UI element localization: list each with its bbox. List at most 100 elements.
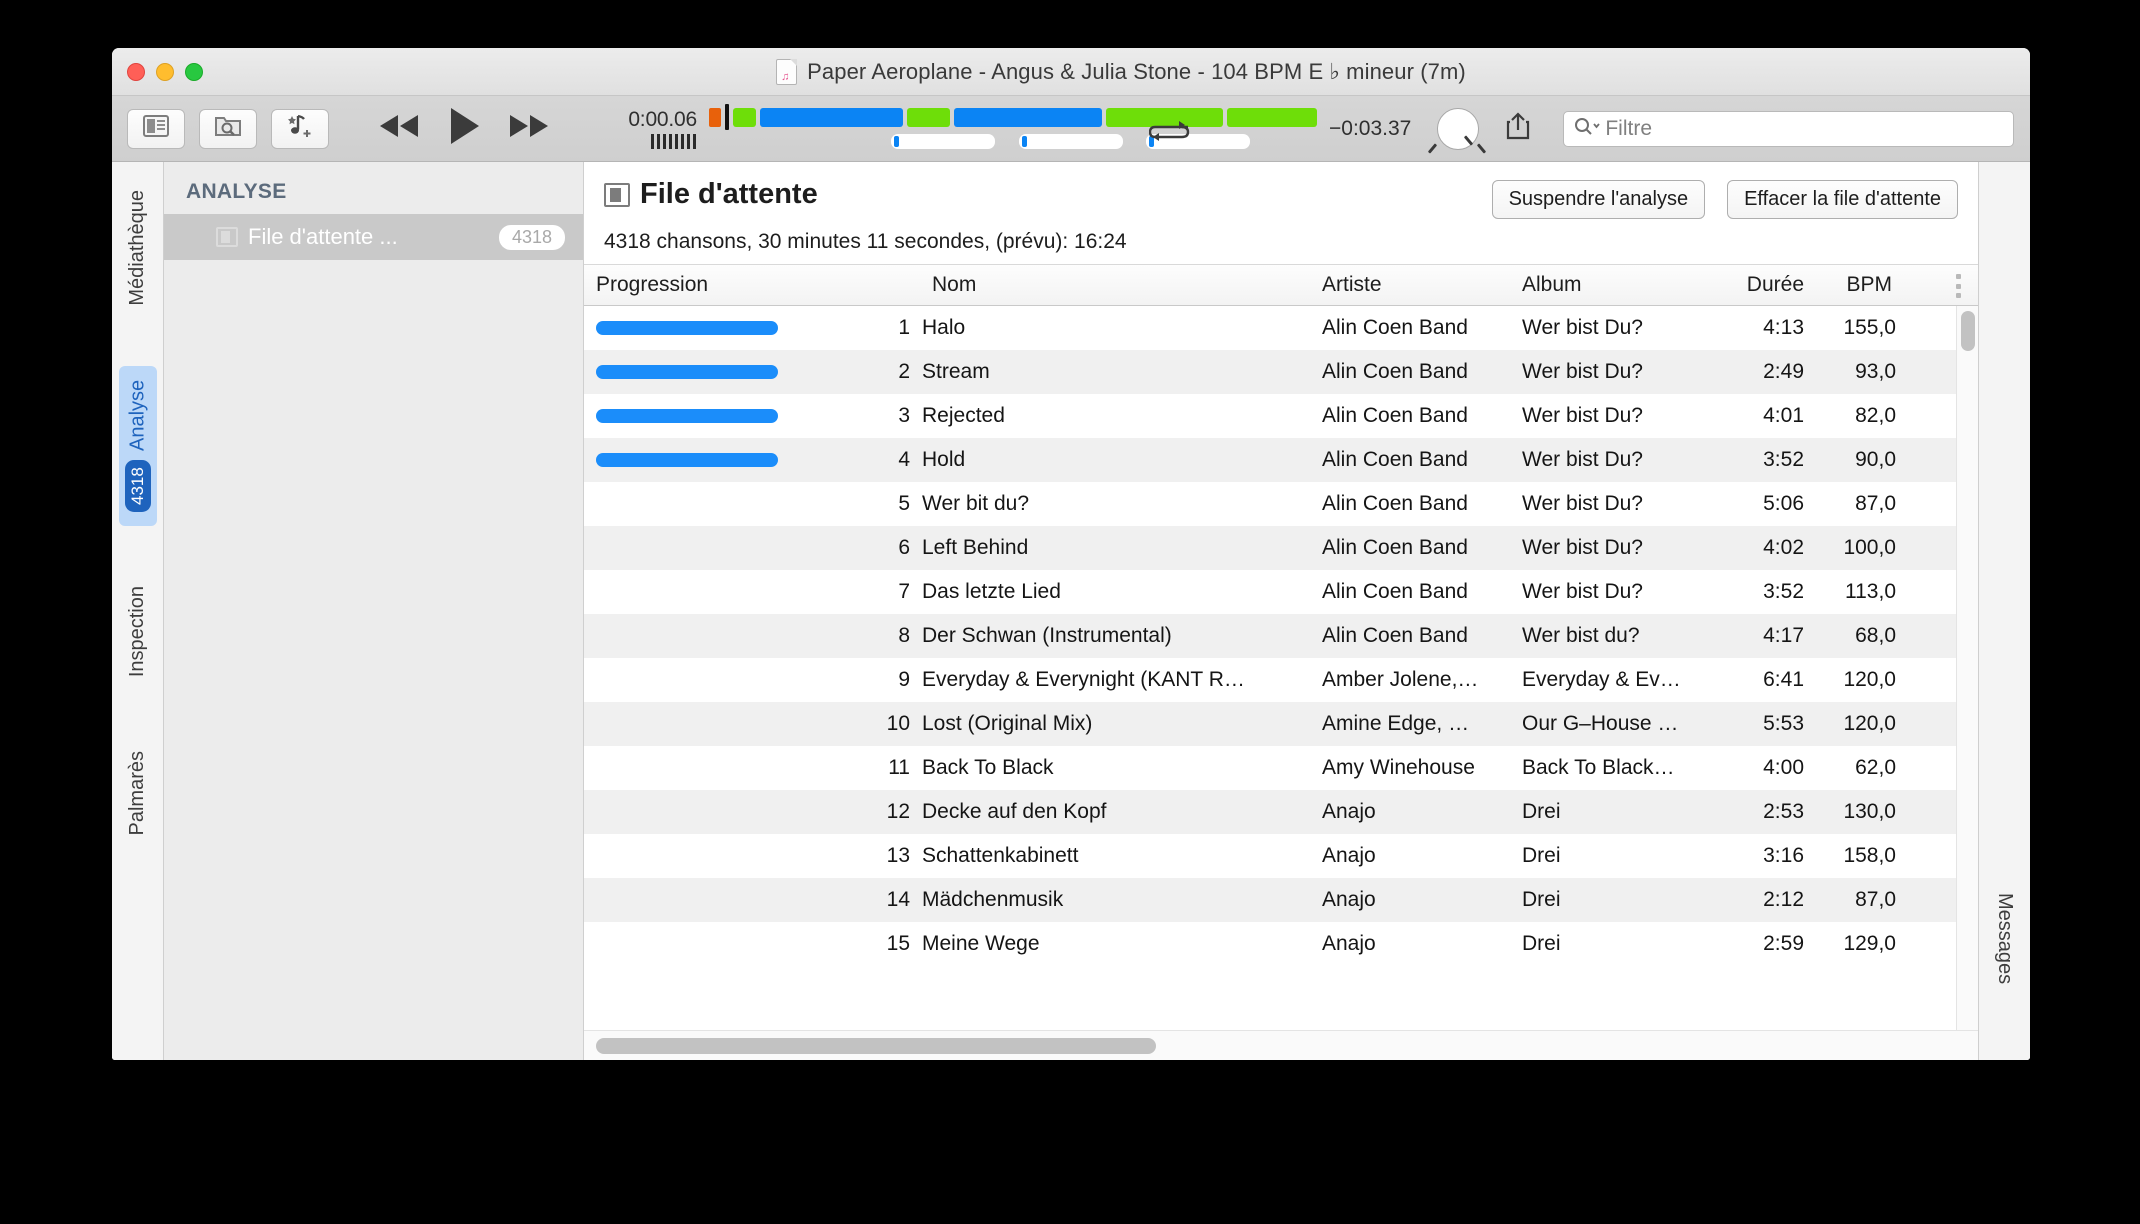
table-row[interactable]: 8 Der Schwan (Instrumental) Alin Coen Band… xyxy=(584,614,1978,658)
sidebar-tab-mediatheque[interactable]: Médiathèque xyxy=(120,176,155,320)
waveform-area[interactable] xyxy=(709,104,1321,150)
column-header-artiste[interactable]: Artiste xyxy=(1316,273,1516,297)
table-row[interactable]: 6 Left Behind Alin Coen Band Wer bist Du? 4:… xyxy=(584,526,1978,570)
table-row[interactable]: 9 Everyday & Everynight (KANT R… Amber Jol… xyxy=(584,658,1978,702)
waveform-track[interactable] xyxy=(709,104,1321,130)
queue-summary: 4318 chansons, 30 minutes 11 secondes, (… xyxy=(604,230,1127,253)
cell-index: 4 xyxy=(898,448,910,471)
wave-marker-start xyxy=(709,107,722,127)
cell-bpm: 68,0 xyxy=(1855,624,1896,647)
wave-segment xyxy=(1226,107,1317,127)
cell-nom: Halo xyxy=(922,316,966,339)
cell-album: Everyday & Ev… xyxy=(1522,668,1681,691)
cell-bpm: 155,0 xyxy=(1843,316,1896,339)
add-song-button[interactable] xyxy=(271,108,329,149)
sidebar-tab-messages[interactable]: Messages xyxy=(1987,879,2022,998)
cell-bpm: 130,0 xyxy=(1843,800,1896,823)
table-row[interactable]: 4 Hold Alin Coen Band Wer bist Du? 3:52 90,0 xyxy=(584,438,1978,482)
cell-bpm: 87,0 xyxy=(1855,492,1896,515)
column-header-nom[interactable]: Nom xyxy=(916,273,1316,297)
table-row[interactable]: 15 Meine Wege Anajo Drei 2:59 129,0 xyxy=(584,922,1978,966)
horizontal-scroll-thumb[interactable] xyxy=(596,1038,1156,1054)
rewind-button[interactable] xyxy=(377,113,421,144)
table-row[interactable]: 5 Wer bit du? Alin Coen Band Wer bist Du? 5:… xyxy=(584,482,1978,526)
page-title: File d'attente xyxy=(604,178,818,211)
cell-progression xyxy=(584,453,874,467)
cell-index: 13 xyxy=(886,844,910,867)
cell-nom: Back To Black xyxy=(922,756,1054,779)
column-header-duree[interactable]: Durée xyxy=(1716,273,1810,297)
table-row[interactable]: 2 Stream Alin Coen Band Wer bist Du? 2:49 93,… xyxy=(584,350,1978,394)
table-row[interactable]: 3 Rejected Alin Coen Band Wer bist Du? 4:01 8… xyxy=(584,394,1978,438)
title-bar: Paper Aeroplane - Angus & Julia Stone - … xyxy=(112,48,2030,96)
cell-album: Wer bist du? xyxy=(1522,624,1640,647)
cue-marker[interactable] xyxy=(891,134,995,149)
cell-artiste: Amber Jolene,… xyxy=(1322,668,1479,691)
cell-bpm: 100,0 xyxy=(1843,536,1896,559)
cell-artiste: Alin Coen Band xyxy=(1322,624,1468,647)
column-header-album[interactable]: Album xyxy=(1516,273,1716,297)
table-row[interactable]: 7 Das letzte Lied Alin Coen Band Wer bist D… xyxy=(584,570,1978,614)
table-row[interactable]: 14 Mädchenmusik Anajo Drei 2:12 87,0 xyxy=(584,878,1978,922)
table-row[interactable]: 10 Lost (Original Mix) Amine Edge, … Our G–… xyxy=(584,702,1978,746)
playhead-indicator[interactable] xyxy=(725,104,729,130)
page-title-text: File d'attente xyxy=(640,178,818,210)
vertical-scroll-thumb[interactable] xyxy=(1961,311,1975,351)
play-button[interactable] xyxy=(447,106,481,151)
fast-forward-button[interactable] xyxy=(507,113,551,144)
share-icon[interactable] xyxy=(1505,111,1531,146)
column-options-icon[interactable] xyxy=(1956,274,1962,298)
cell-duree: 4:02 xyxy=(1763,536,1804,559)
cell-index: 1 xyxy=(898,316,910,339)
beat-meter-icon xyxy=(651,134,697,149)
loop-icon[interactable] xyxy=(1148,120,1193,149)
browse-folder-button[interactable] xyxy=(199,108,257,149)
cell-duree: 2:49 xyxy=(1763,360,1804,383)
table-row[interactable]: 1 Halo Alin Coen Band Wer bist Du? 4:13 155,0 xyxy=(584,306,1978,350)
column-header-bpm[interactable]: BPM xyxy=(1810,273,1902,297)
sidebar-tab-badge: 4318 xyxy=(124,459,151,512)
cell-index: 5 xyxy=(898,492,910,515)
search-icon xyxy=(1574,117,1601,140)
cell-album: Wer bist Du? xyxy=(1522,404,1643,427)
header-actions: Suspendre l'analyse Effacer la file d'at… xyxy=(1491,178,1958,219)
cell-nom: Everyday & Everynight (KANT R… xyxy=(922,668,1245,691)
sidebar-tab-palmares[interactable]: Palmarès xyxy=(120,737,155,849)
cell-album: Drei xyxy=(1522,888,1561,911)
cell-artiste: Alin Coen Band xyxy=(1322,492,1468,515)
app-window: Paper Aeroplane - Angus & Julia Stone - … xyxy=(112,48,2030,1060)
cell-nom: Schattenkabinett xyxy=(922,844,1079,867)
column-header-progression[interactable]: Progression xyxy=(584,273,874,297)
table-row[interactable]: 12 Decke auf den Kopf Anajo Drei 2:53 130,0 xyxy=(584,790,1978,834)
wave-segment xyxy=(954,107,1102,127)
pane-header: File d'attente Suspendre l'analyse Effac… xyxy=(584,162,1978,264)
table-row[interactable]: 11 Back To Black Amy Winehouse Back To Blac… xyxy=(584,746,1978,790)
table-row[interactable]: 13 Schattenkabinett Anajo Drei 3:16 158,0 xyxy=(584,834,1978,878)
cell-album: Back To Black… xyxy=(1522,756,1675,779)
horizontal-scrollbar[interactable] xyxy=(584,1030,1978,1060)
progress-bar xyxy=(596,409,778,423)
cell-album: Our G–House … xyxy=(1522,712,1679,735)
media-info-button[interactable] xyxy=(127,108,185,149)
cell-bpm: 129,0 xyxy=(1843,932,1896,955)
cue-marker[interactable] xyxy=(1019,134,1123,149)
cell-index: 8 xyxy=(898,624,910,647)
sidebar-tab-label: Palmarès xyxy=(126,750,148,836)
cell-index: 2 xyxy=(898,360,910,383)
sidebar-tab-inspection[interactable]: Inspection xyxy=(120,572,155,691)
vertical-scrollbar[interactable] xyxy=(1956,306,1978,1030)
cell-bpm: 82,0 xyxy=(1855,404,1896,427)
sidebar-tab-label: Médiathèque xyxy=(126,190,148,306)
cell-index: 9 xyxy=(898,668,910,691)
sidebar-item-file-dattente[interactable]: File d'attente ... 4318 xyxy=(164,214,583,260)
sidebar-tab-analyse[interactable]: 4318 Analyse xyxy=(118,365,157,526)
window-title: Paper Aeroplane - Angus & Julia Stone - … xyxy=(807,59,1466,84)
cell-bpm: 93,0 xyxy=(1855,360,1896,383)
clear-queue-button[interactable]: Effacer la file d'attente xyxy=(1727,180,1958,219)
pause-analysis-button[interactable]: Suspendre l'analyse xyxy=(1491,180,1706,219)
elapsed-time-block: 0:00.06 xyxy=(589,108,697,149)
jog-knob[interactable] xyxy=(1428,107,1487,154)
wave-segment xyxy=(733,107,756,127)
search-field[interactable]: Filtre xyxy=(1563,110,2014,147)
cell-index: 14 xyxy=(886,888,910,911)
